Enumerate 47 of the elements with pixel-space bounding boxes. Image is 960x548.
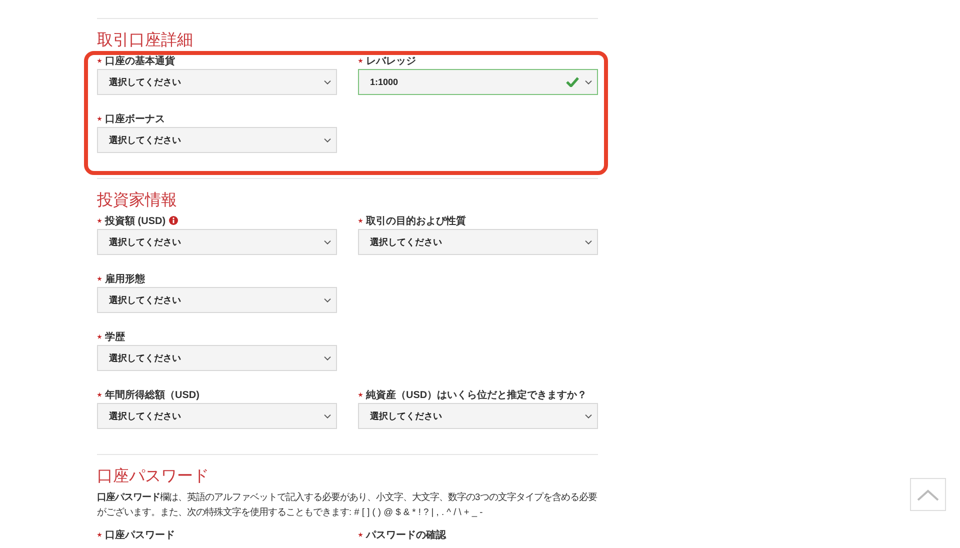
field-label: 取引の目的および性質 bbox=[366, 214, 466, 228]
field-label: 純資産（USD）はいくら位だと推定できますか？ bbox=[366, 388, 588, 402]
required-asterisk-icon bbox=[97, 116, 102, 121]
required-asterisk-icon bbox=[97, 532, 102, 537]
dropdown-select[interactable]: 選択してください bbox=[358, 229, 598, 255]
field-label: レバレッジ bbox=[366, 54, 416, 68]
chevron-down-icon bbox=[324, 80, 331, 84]
section-heading: 投資家情報 bbox=[97, 191, 178, 211]
chevron-up-icon bbox=[917, 488, 939, 500]
required-asterisk-icon bbox=[358, 58, 363, 63]
field-label: パスワードの確認 bbox=[366, 528, 446, 542]
field-label: 口座パスワード bbox=[105, 528, 175, 542]
dropdown-select[interactable]: 選択してください bbox=[97, 345, 337, 371]
field-label: 学歴 bbox=[105, 330, 125, 344]
chevron-down-icon bbox=[324, 240, 331, 244]
required-asterisk-icon bbox=[97, 218, 102, 223]
required-asterisk-icon bbox=[97, 334, 102, 339]
chevron-down-icon bbox=[324, 138, 331, 142]
field-label: 投資額 (USD) bbox=[105, 214, 166, 228]
required-asterisk-icon bbox=[358, 218, 363, 223]
required-asterisk-icon bbox=[358, 392, 363, 397]
required-asterisk-icon bbox=[97, 58, 102, 63]
field-label: 雇用形態 bbox=[105, 272, 145, 286]
dropdown-select[interactable]: 1:1000 bbox=[358, 69, 598, 95]
required-asterisk-icon bbox=[97, 276, 102, 281]
dropdown-select[interactable]: 選択してください bbox=[358, 403, 598, 429]
required-asterisk-icon bbox=[358, 532, 363, 537]
info-icon[interactable] bbox=[168, 216, 178, 225]
dropdown-select[interactable]: 選択してください bbox=[97, 229, 337, 255]
section-heading: 取引口座詳細 bbox=[97, 31, 194, 51]
chevron-down-icon bbox=[324, 298, 331, 302]
dropdown-select[interactable]: 選択してください bbox=[97, 127, 337, 153]
field-label: 口座ボーナス bbox=[105, 112, 165, 126]
chevron-down-icon bbox=[585, 414, 592, 418]
section-heading: 口座パスワード bbox=[97, 467, 210, 487]
field-label: 口座の基本通貨 bbox=[105, 54, 175, 68]
chevron-down-icon bbox=[324, 356, 331, 360]
dropdown-select[interactable]: 選択してください bbox=[97, 287, 337, 313]
chevron-down-icon bbox=[585, 240, 592, 244]
password-rules-text: 口座パスワード欄は、英語のアルファベットで記入する必要があり、小文字、大文字、数字の3つの文字タイプを含める必要がございます。また、次の特殊文字を使用することもできます: # [ ] ( ) @ $ & * ! ? | , . ^ / \ + _ - bbox=[97, 490, 598, 519]
chevron-down-icon bbox=[324, 414, 331, 418]
required-asterisk-icon bbox=[97, 392, 102, 397]
dropdown-select[interactable]: 選択してください bbox=[97, 403, 337, 429]
field-label: 年間所得総額（USD) bbox=[105, 388, 200, 402]
chevron-down-icon bbox=[585, 80, 592, 84]
check-icon bbox=[566, 77, 579, 87]
dropdown-select[interactable]: 選択してください bbox=[97, 69, 337, 95]
